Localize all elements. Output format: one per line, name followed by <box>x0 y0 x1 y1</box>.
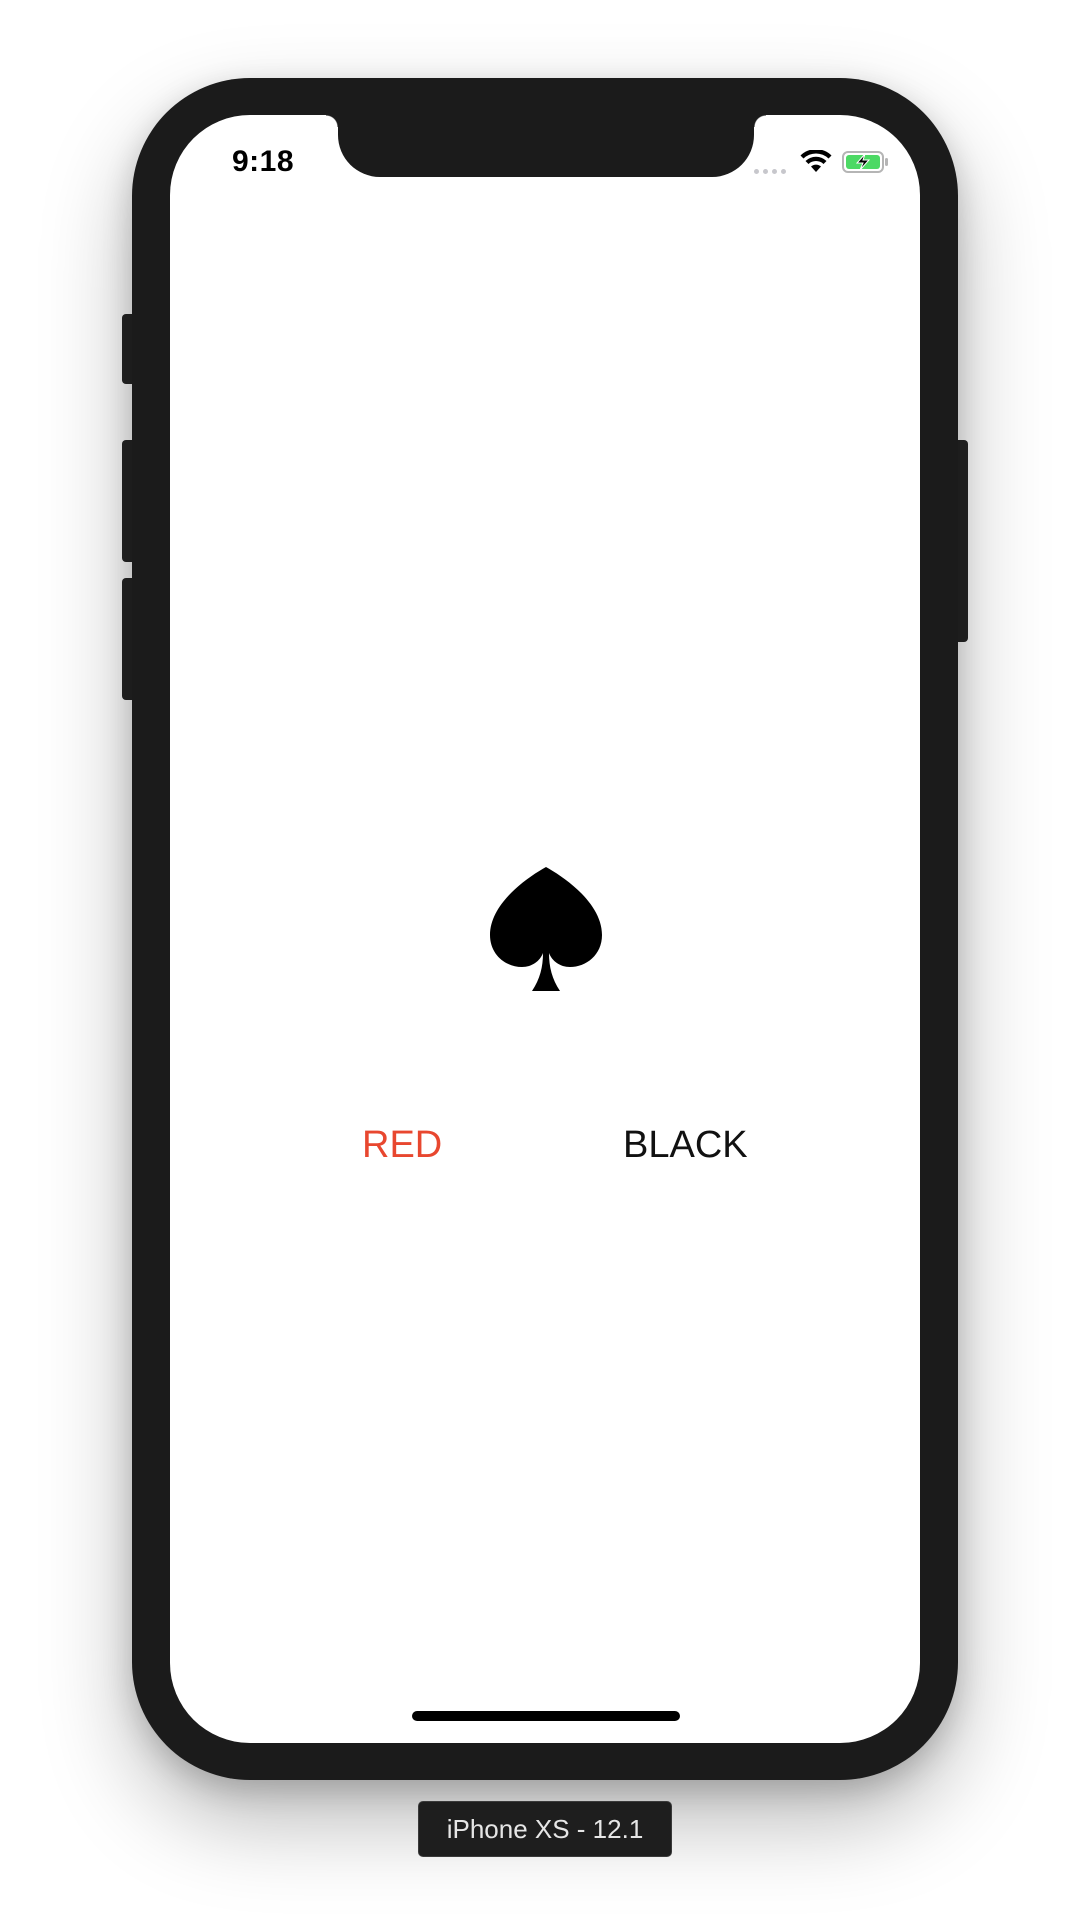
status-time: 9:18 <box>232 145 295 178</box>
signal-dots-icon <box>754 150 786 174</box>
wifi-icon <box>800 150 832 174</box>
home-indicator[interactable] <box>412 1711 680 1721</box>
spade-icon <box>488 867 604 991</box>
status-icons <box>754 147 890 177</box>
device-label: iPhone XS - 12.1 <box>418 1801 672 1857</box>
simulator-window: 9:18 RED BLACK iPhone XS - 12.1 <box>0 0 1090 1928</box>
phone-screen: 9:18 RED BLACK <box>170 115 920 1743</box>
notch <box>326 115 766 177</box>
black-button[interactable]: BLACK <box>623 1121 748 1169</box>
battery-charging-icon <box>842 150 890 174</box>
red-button[interactable]: RED <box>362 1121 442 1169</box>
